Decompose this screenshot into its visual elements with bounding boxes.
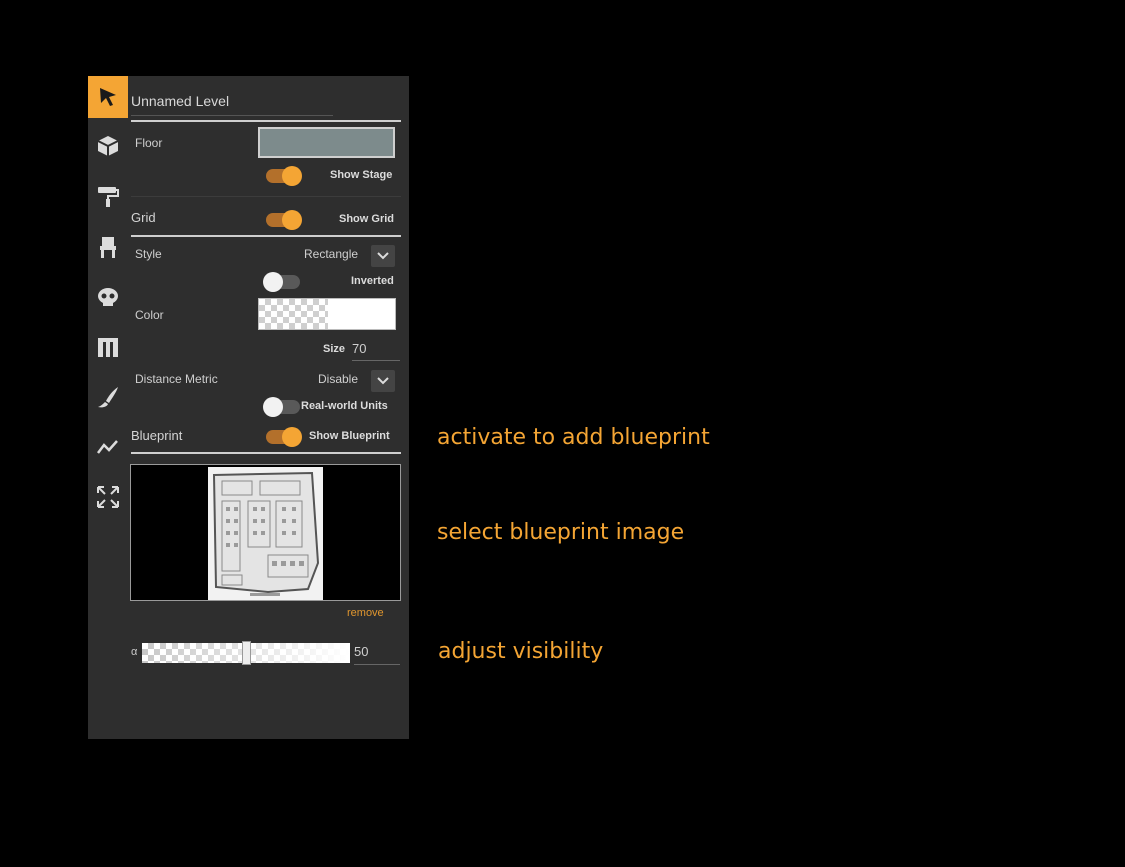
level-properties-panel: Unnamed Level Floor Show Stage Grid Show… bbox=[88, 76, 409, 739]
cube-icon bbox=[97, 136, 119, 156]
furniture-tool-button[interactable] bbox=[88, 226, 128, 268]
grid-style-label: Style bbox=[135, 247, 162, 261]
grid-style-dropdown[interactable] bbox=[371, 245, 395, 267]
path-icon bbox=[97, 440, 118, 454]
show-grid-toggle[interactable] bbox=[266, 210, 302, 230]
grid-color-swatch[interactable] bbox=[258, 298, 396, 330]
skull-icon bbox=[98, 288, 118, 306]
chair-icon bbox=[100, 237, 116, 258]
grid-section-title: Grid bbox=[131, 210, 156, 225]
distance-metric-value[interactable]: Disable bbox=[318, 372, 358, 386]
level-name-input[interactable]: Unnamed Level bbox=[131, 93, 229, 109]
annotation-adjust: adjust visibility bbox=[438, 639, 604, 664]
chevron-down-icon bbox=[377, 377, 389, 385]
toggle-knob bbox=[282, 166, 302, 186]
alpha-slider-handle[interactable] bbox=[241, 641, 251, 665]
divider bbox=[131, 452, 401, 454]
brush-icon bbox=[98, 387, 118, 408]
divider bbox=[131, 196, 401, 197]
alpha-value-input[interactable]: 50 bbox=[354, 644, 368, 659]
show-blueprint-toggle[interactable] bbox=[266, 427, 302, 447]
wall-tool-button[interactable] bbox=[88, 326, 128, 368]
show-stage-label: Show Stage bbox=[330, 169, 393, 181]
toggle-knob bbox=[282, 210, 302, 230]
paint-roller-icon bbox=[98, 187, 119, 207]
select-tool-button[interactable] bbox=[88, 76, 128, 118]
inverted-label: Inverted bbox=[351, 275, 394, 287]
floor-label: Floor bbox=[135, 136, 163, 150]
brush-tool-button[interactable] bbox=[88, 376, 128, 418]
blueprint-thumbnail bbox=[208, 467, 323, 600]
properties-content: Unnamed Level Floor Show Stage Grid Show… bbox=[128, 76, 409, 739]
floor-color-swatch[interactable] bbox=[258, 127, 395, 158]
divider bbox=[131, 120, 401, 122]
divider bbox=[131, 235, 401, 237]
distance-metric-dropdown[interactable] bbox=[371, 370, 395, 392]
grid-color-label: Color bbox=[135, 308, 164, 322]
grid-size-input[interactable]: 70 bbox=[352, 341, 366, 356]
show-blueprint-label: Show Blueprint bbox=[309, 430, 390, 442]
transparency-checker bbox=[259, 299, 328, 329]
creature-tool-button[interactable] bbox=[88, 276, 128, 318]
alpha-label: α bbox=[131, 646, 138, 658]
chevron-down-icon bbox=[377, 252, 389, 260]
toggle-knob bbox=[263, 397, 283, 417]
tool-sidebar bbox=[88, 76, 128, 739]
remove-blueprint-link[interactable]: remove bbox=[347, 607, 384, 619]
wall-icon bbox=[98, 338, 118, 357]
blueprint-section-title: Blueprint bbox=[131, 428, 183, 443]
grid-style-value[interactable]: Rectangle bbox=[304, 247, 358, 261]
real-world-units-label: Real-world Units bbox=[301, 400, 388, 412]
toggle-knob bbox=[282, 427, 302, 447]
blueprint-image-picker[interactable] bbox=[130, 464, 401, 601]
show-stage-toggle[interactable] bbox=[266, 166, 302, 186]
real-world-units-toggle[interactable] bbox=[263, 397, 300, 417]
expand-icon bbox=[97, 486, 119, 508]
alpha-value-underline bbox=[354, 664, 400, 665]
inverted-toggle[interactable] bbox=[263, 272, 300, 292]
grid-size-underline bbox=[352, 360, 400, 361]
expand-tool-button[interactable] bbox=[88, 476, 128, 518]
level-name-underline bbox=[131, 115, 333, 116]
annotation-activate: activate to add blueprint bbox=[437, 425, 710, 450]
annotation-select: select blueprint image bbox=[437, 520, 685, 545]
distance-metric-label: Distance Metric bbox=[135, 372, 218, 386]
grid-size-label: Size bbox=[323, 343, 346, 355]
paint-tool-button[interactable] bbox=[88, 175, 128, 217]
toggle-knob bbox=[263, 272, 283, 292]
show-grid-label: Show Grid bbox=[339, 213, 394, 225]
path-tool-button[interactable] bbox=[88, 426, 128, 468]
geometry-tool-button[interactable] bbox=[88, 125, 128, 167]
select-arrow-icon bbox=[100, 88, 116, 106]
floorplan-image bbox=[208, 467, 323, 600]
